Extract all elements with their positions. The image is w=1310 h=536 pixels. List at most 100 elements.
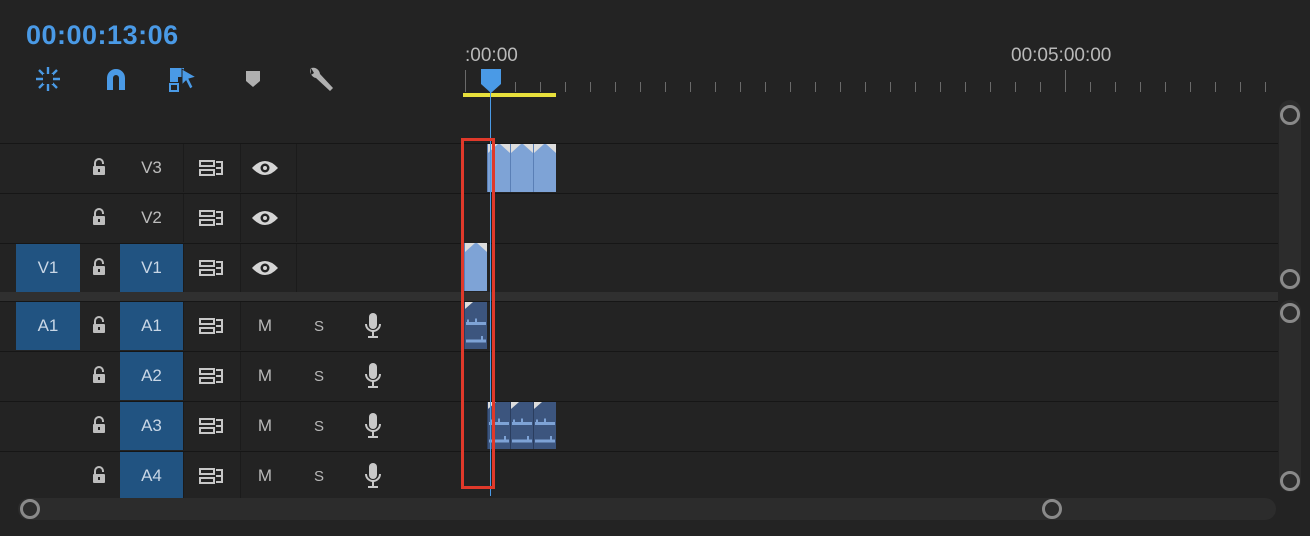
audio-scroll-handle-top[interactable]: [1280, 303, 1300, 323]
ruler-tick: [690, 82, 691, 92]
ruler-tick: [565, 82, 566, 92]
ruler-tick: [640, 82, 641, 92]
ruler-tick: [1165, 82, 1166, 92]
ruler-tick: [715, 82, 716, 92]
ruler-tick: [1065, 70, 1066, 92]
track-target-v2[interactable]: V2: [120, 194, 183, 242]
horizontal-scrollbar[interactable]: [18, 498, 1276, 520]
scroll-handle-right[interactable]: [1042, 499, 1062, 519]
ruler-tick: [1265, 82, 1266, 92]
lock-icon[interactable]: [84, 202, 114, 232]
audio-scroll-handle-bottom[interactable]: [1280, 471, 1300, 491]
ruler-tick: [1215, 82, 1216, 92]
mute-button[interactable]: M: [250, 361, 280, 391]
linked-selection-icon[interactable]: [168, 64, 198, 94]
solo-button[interactable]: S: [304, 361, 334, 391]
header-separator: [183, 352, 184, 400]
ruler-tick: [515, 82, 516, 92]
ruler-tick: [740, 82, 741, 92]
snap-magnet-icon[interactable]: [101, 64, 131, 94]
work-area-bar[interactable]: [463, 93, 556, 97]
ruler-tick: [665, 82, 666, 92]
audio-vertical-scrollbar[interactable]: [1279, 300, 1301, 492]
video-track-header: [0, 144, 463, 192]
track-target-a1[interactable]: A1: [120, 302, 183, 350]
ruler-tick: [890, 82, 891, 92]
ruler-tick: [590, 82, 591, 92]
solo-button[interactable]: S: [304, 411, 334, 441]
header-separator: [183, 402, 184, 450]
audio-track-header: [0, 402, 463, 450]
audio-clip[interactable]: [510, 402, 533, 449]
sync-lock-icon[interactable]: [196, 311, 226, 341]
video-clip[interactable]: [533, 144, 556, 192]
sync-lock-icon[interactable]: [196, 253, 226, 283]
sync-lock-icon[interactable]: [196, 361, 226, 391]
current-timecode[interactable]: 00:00:13:06: [26, 20, 179, 51]
sync-lock-icon[interactable]: [196, 411, 226, 441]
scroll-handle-left[interactable]: [20, 499, 40, 519]
ruler-tick: [865, 82, 866, 92]
microphone-icon[interactable]: [358, 311, 388, 341]
add-marker-icon[interactable]: [238, 64, 268, 94]
video-track-header: [0, 194, 463, 242]
sync-lock-icon[interactable]: [196, 461, 226, 491]
ruler-tick: [915, 82, 916, 92]
lock-icon[interactable]: [84, 310, 114, 340]
sync-lock-icon[interactable]: [196, 203, 226, 233]
header-separator: [240, 302, 241, 350]
ruler-tick: [940, 82, 941, 92]
solo-button[interactable]: S: [304, 461, 334, 491]
header-separator: [296, 144, 297, 192]
ruler-tick: [815, 82, 816, 92]
mute-button[interactable]: M: [250, 411, 280, 441]
mute-button[interactable]: M: [250, 461, 280, 491]
video-scroll-handle-bottom[interactable]: [1280, 269, 1300, 289]
mute-button[interactable]: M: [250, 311, 280, 341]
ruler-tick: [1140, 82, 1141, 92]
track-target-a4[interactable]: A4: [120, 452, 183, 500]
solo-button[interactable]: S: [304, 311, 334, 341]
ruler-tick: [1040, 82, 1041, 92]
video-clip[interactable]: [510, 144, 533, 192]
header-separator: [183, 194, 184, 242]
ruler-tick: [1190, 82, 1191, 92]
header-separator: [183, 302, 184, 350]
source-patch-v1[interactable]: V1: [16, 244, 80, 292]
eye-icon[interactable]: [250, 253, 280, 283]
track-target-a3[interactable]: A3: [120, 402, 183, 450]
eye-icon[interactable]: [250, 203, 280, 233]
header-separator: [240, 144, 241, 192]
header-separator: [183, 244, 184, 292]
header-separator: [240, 244, 241, 292]
audio-track-header: [0, 452, 463, 500]
video-vertical-scrollbar[interactable]: [1279, 100, 1301, 290]
microphone-icon[interactable]: [358, 361, 388, 391]
nest-sequence-icon[interactable]: [33, 64, 63, 94]
ruler-tick: [840, 82, 841, 92]
lock-icon[interactable]: [84, 460, 114, 490]
lock-icon[interactable]: [84, 252, 114, 282]
microphone-icon[interactable]: [358, 461, 388, 491]
ruler-tick: [540, 82, 541, 92]
track-target-a2[interactable]: A2: [120, 352, 183, 400]
track-target-v1[interactable]: V1: [120, 244, 183, 292]
audio-clip[interactable]: [533, 402, 556, 449]
ruler-tick: [765, 82, 766, 92]
eye-icon[interactable]: [250, 153, 280, 183]
track-target-v3[interactable]: V3: [120, 144, 183, 192]
microphone-icon[interactable]: [358, 411, 388, 441]
lock-icon[interactable]: [84, 410, 114, 440]
lock-icon[interactable]: [84, 152, 114, 182]
sync-lock-icon[interactable]: [196, 153, 226, 183]
header-separator: [183, 452, 184, 500]
wrench-settings-icon[interactable]: [305, 64, 335, 94]
header-separator: [240, 452, 241, 500]
video-audio-divider[interactable]: [0, 292, 1278, 301]
ruler-tick: [1115, 82, 1116, 92]
ruler-tick: [990, 82, 991, 92]
source-patch-a1[interactable]: A1: [16, 302, 80, 350]
playhead-handle[interactable]: [480, 68, 502, 99]
lock-icon[interactable]: [84, 360, 114, 390]
video-scroll-handle-top[interactable]: [1280, 105, 1300, 125]
